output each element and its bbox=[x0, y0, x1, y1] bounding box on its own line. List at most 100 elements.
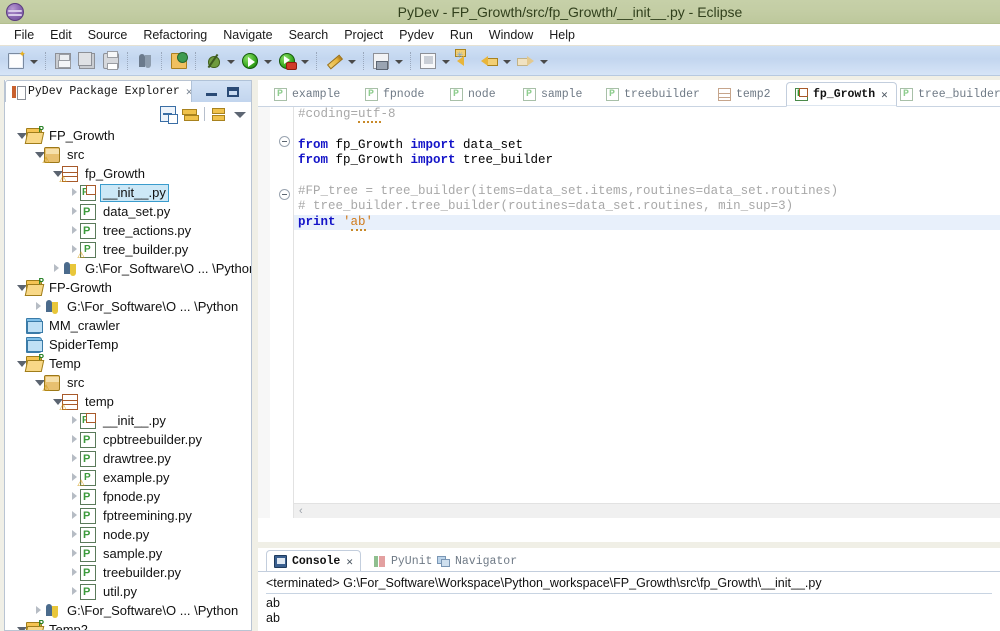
menu-item-window[interactable]: Window bbox=[481, 26, 541, 44]
editor-tab-node[interactable]: node bbox=[442, 82, 504, 107]
console-output[interactable]: <terminated> G:\For_Software\Workspace\P… bbox=[258, 572, 1000, 631]
expand-arrow-right-icon[interactable] bbox=[33, 601, 44, 620]
open-type-button[interactable] bbox=[370, 50, 392, 72]
tree-item[interactable]: data_set.py bbox=[5, 202, 251, 221]
run-button[interactable] bbox=[239, 50, 261, 72]
menu-item-refactoring[interactable]: Refactoring bbox=[135, 26, 215, 44]
tree-item[interactable]: MM_crawler bbox=[5, 316, 251, 335]
expand-arrow-right-icon[interactable] bbox=[69, 202, 80, 221]
editor-tab-sample[interactable]: sample bbox=[515, 82, 590, 107]
editor-tab-treebuilder[interactable]: treebuilder bbox=[598, 82, 708, 107]
code-line[interactable]: # tree_builder.tree_builder(routines=dat… bbox=[294, 199, 1000, 214]
code-line[interactable]: from fp_Growth import tree_builder bbox=[294, 153, 1000, 168]
tab-pydev-package-explorer[interactable]: PyDev Package Explorer ✕ bbox=[5, 80, 202, 102]
tree-item[interactable]: fpnode.py bbox=[5, 487, 251, 506]
run-dropdown-arrow[interactable] bbox=[262, 50, 273, 72]
expand-arrow-right-icon[interactable] bbox=[33, 297, 44, 316]
scroll-left-icon[interactable]: ‹ bbox=[299, 505, 303, 517]
tree-item[interactable]: G:\For_Software\O ... \Python bbox=[5, 601, 251, 620]
tree-item[interactable]: tree_builder.py bbox=[5, 240, 251, 261]
editor-tab-fpnode[interactable]: fpnode bbox=[357, 82, 432, 107]
forward-button[interactable] bbox=[515, 50, 537, 72]
debug-button[interactable] bbox=[202, 50, 224, 72]
tree-item[interactable]: fptreemining.py bbox=[5, 506, 251, 525]
expand-arrow-right-icon[interactable] bbox=[69, 487, 80, 506]
tree-item[interactable]: treebuilder.py bbox=[5, 563, 251, 582]
tree-item[interactable]: G:\For_Software\O ... \Python bbox=[5, 297, 251, 316]
next-annotation-button[interactable] bbox=[417, 50, 439, 72]
code-line[interactable] bbox=[294, 122, 1000, 137]
tree-item[interactable]: src bbox=[5, 145, 251, 166]
tree-item[interactable]: FP_Growth bbox=[5, 126, 251, 145]
tree-item[interactable]: node.py bbox=[5, 525, 251, 544]
tree-item[interactable]: temp bbox=[5, 392, 251, 413]
tree-item[interactable]: tree_actions.py bbox=[5, 221, 251, 240]
tree-item[interactable]: fp_Growth bbox=[5, 164, 251, 185]
save-button[interactable] bbox=[52, 50, 74, 72]
expand-arrow-right-icon[interactable] bbox=[69, 563, 80, 582]
menu-item-run[interactable]: Run bbox=[442, 26, 481, 44]
menu-item-source[interactable]: Source bbox=[80, 26, 136, 44]
menu-item-pydev[interactable]: Pydev bbox=[391, 26, 442, 44]
code-line[interactable]: from fp_Growth import data_set bbox=[294, 138, 1000, 153]
tree-item[interactable]: sample.py bbox=[5, 544, 251, 563]
link-with-editor-icon[interactable] bbox=[182, 106, 199, 122]
fold-marker-icon[interactable] bbox=[279, 136, 290, 147]
console-tab-pyunit[interactable]: PyUnit bbox=[366, 550, 439, 572]
expand-arrow-down-icon[interactable] bbox=[15, 620, 27, 630]
editor-tab-fp_growth[interactable]: fp_Growth ✕ bbox=[786, 82, 897, 107]
new-dropdown-arrow[interactable] bbox=[28, 50, 39, 72]
menu-item-file[interactable]: File bbox=[6, 26, 42, 44]
menu-item-search[interactable]: Search bbox=[281, 26, 337, 44]
pen-dropdown-arrow[interactable] bbox=[346, 50, 357, 72]
new-file-button[interactable] bbox=[5, 49, 27, 72]
back-button[interactable] bbox=[478, 50, 500, 72]
tree-item[interactable]: cpbtreebuilder.py bbox=[5, 430, 251, 449]
code-line[interactable] bbox=[294, 169, 1000, 184]
tree-item[interactable]: drawtree.py bbox=[5, 449, 251, 468]
pen-marker-button[interactable] bbox=[323, 50, 345, 72]
tree-item[interactable]: Temp2 bbox=[5, 619, 251, 630]
tree-item[interactable]: FP-Growth bbox=[5, 277, 251, 297]
expand-arrow-right-icon[interactable] bbox=[69, 221, 80, 240]
maximize-icon[interactable] bbox=[226, 86, 239, 97]
editor-marker-bar[interactable] bbox=[258, 107, 270, 518]
forward-dropdown-arrow[interactable] bbox=[538, 50, 549, 72]
tree-item[interactable]: example.py bbox=[5, 468, 251, 489]
back-sparkle-button[interactable] bbox=[454, 48, 476, 72]
expand-arrow-right-icon[interactable] bbox=[69, 183, 80, 202]
editor-tab-tree_builder[interactable]: tree_builder bbox=[892, 82, 1000, 107]
menu-item-navigate[interactable]: Navigate bbox=[215, 26, 280, 44]
console-tab-navigator[interactable]: Navigator bbox=[430, 550, 524, 572]
editor-horizontal-scrollbar[interactable]: ‹ bbox=[294, 503, 1000, 518]
next-annotation-dropdown-arrow[interactable] bbox=[440, 50, 451, 72]
tree-item[interactable]: util.py bbox=[5, 582, 251, 601]
debug-dropdown-arrow[interactable] bbox=[225, 50, 236, 72]
code-line[interactable]: print 'ab' bbox=[294, 214, 1000, 231]
python-interpreter-button[interactable] bbox=[134, 50, 156, 72]
view-menu-icon[interactable] bbox=[233, 107, 247, 121]
run-external-tools-button[interactable] bbox=[276, 50, 298, 72]
expand-arrow-right-icon[interactable] bbox=[69, 544, 80, 563]
tree-item[interactable]: __init__.py bbox=[5, 183, 251, 202]
fold-marker-icon[interactable] bbox=[279, 189, 290, 200]
pydev-package-button[interactable] bbox=[168, 50, 190, 72]
expand-arrow-right-icon[interactable] bbox=[51, 259, 62, 278]
close-icon[interactable]: ✕ bbox=[346, 555, 353, 569]
run-external-dropdown-arrow[interactable] bbox=[299, 50, 310, 72]
open-type-dropdown-arrow[interactable] bbox=[393, 50, 404, 72]
collapse-all-icon[interactable] bbox=[160, 106, 178, 124]
minimize-icon[interactable] bbox=[205, 87, 217, 96]
expand-arrow-right-icon[interactable] bbox=[69, 525, 80, 544]
menu-item-project[interactable]: Project bbox=[336, 26, 391, 44]
editor-tab-temp2[interactable]: temp2 bbox=[710, 82, 779, 107]
menu-item-help[interactable]: Help bbox=[541, 26, 583, 44]
save-all-button[interactable] bbox=[76, 50, 98, 72]
expand-arrow-right-icon[interactable] bbox=[69, 449, 80, 468]
code-line[interactable]: #coding=utf-8 bbox=[294, 107, 1000, 123]
menu-item-edit[interactable]: Edit bbox=[42, 26, 80, 44]
print-button[interactable] bbox=[100, 50, 122, 72]
expand-arrow-right-icon[interactable] bbox=[69, 582, 80, 601]
code-editor[interactable]: #coding=utf-8 from fp_Growth import data… bbox=[258, 107, 1000, 518]
tree-item[interactable]: G:\For_Software\O ... \Python bbox=[5, 259, 251, 278]
